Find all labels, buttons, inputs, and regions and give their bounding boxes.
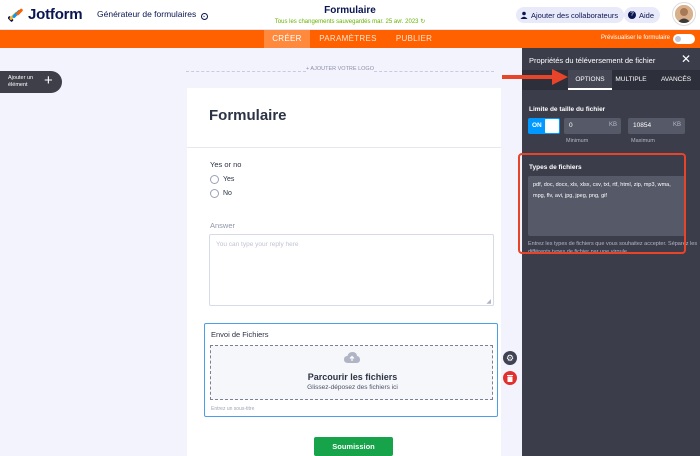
- form-heading[interactable]: Formulaire: [209, 107, 287, 124]
- drag-drop-label: Glissez-déposez des fichiers ici: [307, 384, 398, 391]
- field-delete-trash-icon[interactable]: [503, 371, 517, 385]
- upload-dropzone[interactable]: Parcourir les fichiers Glissez-déposez d…: [210, 345, 493, 400]
- field-settings-gear-icon[interactable]: ⚙: [503, 351, 517, 365]
- avatar-image: [675, 5, 693, 23]
- add-element-label: Ajouter un élément: [8, 75, 33, 88]
- plus-icon: +: [44, 72, 53, 89]
- max-caption: Maximum: [631, 138, 655, 144]
- min-size-input[interactable]: 0 KB: [564, 118, 621, 134]
- toggle-knob: [545, 119, 559, 133]
- help-label: Aide: [639, 10, 655, 20]
- size-limit-toggle[interactable]: ON: [528, 118, 560, 134]
- avatar[interactable]: [673, 3, 695, 25]
- refresh-icon: ↻: [420, 19, 426, 25]
- help-icon: ?: [628, 11, 636, 19]
- builder-nav: CRÉER PARAMÈTRES PUBLIER Prévisualiser l…: [0, 30, 700, 48]
- upload-title[interactable]: Envoi de Fichiers: [211, 330, 269, 339]
- file-upload-field[interactable]: Envoi de Fichiers Parcourir les fichiers…: [204, 323, 498, 417]
- add-element-button[interactable]: Ajouter un élément +: [0, 71, 62, 93]
- panel-title: Propriétés du téléversement de fichier: [529, 56, 656, 65]
- form-card: Formulaire Yes or no Yes No Answer You c…: [187, 88, 501, 456]
- max-size-input[interactable]: 10854 KB: [628, 118, 685, 134]
- divider: [187, 147, 501, 148]
- annotation-arrow-icon: [502, 69, 568, 85]
- preview-toggle[interactable]: [673, 34, 695, 44]
- answer-textarea[interactable]: You can type your reply here ◢: [209, 234, 494, 306]
- top-bar: Jotform Générateur de formulaires ⌄ Form…: [0, 0, 700, 30]
- saved-status-text: Tous les changements sauvegardés mar. 25…: [274, 19, 419, 25]
- min-size-unit: KB: [608, 122, 617, 128]
- subtitle-hint[interactable]: Entrez un sous-titre: [211, 406, 254, 412]
- radio-yes-label: Yes: [223, 176, 235, 183]
- add-element-label-line1: Ajouter un: [8, 75, 34, 81]
- panel-tab-options[interactable]: OPTIONS: [568, 70, 612, 90]
- min-caption: Minimum: [566, 138, 589, 144]
- question-label[interactable]: Yes or no: [210, 160, 241, 169]
- close-icon[interactable]: ✕: [681, 52, 691, 66]
- add-element-label-line2: élément: [8, 81, 28, 88]
- radio-no-label: No: [223, 190, 232, 197]
- answer-label[interactable]: Answer: [210, 221, 235, 230]
- max-size-value: 10854: [633, 122, 652, 129]
- panel-tab-advanced[interactable]: AVANCÉS: [654, 70, 698, 90]
- browse-files-label: Parcourir les fichiers: [307, 372, 398, 382]
- min-size-value: 0: [569, 122, 573, 129]
- resize-handle-icon: ◢: [486, 299, 491, 305]
- tab-create[interactable]: CRÉER: [264, 30, 310, 48]
- help-button[interactable]: ? Aide: [624, 7, 661, 23]
- radio-yes[interactable]: [210, 175, 219, 184]
- tab-publish[interactable]: PUBLIER: [388, 30, 440, 48]
- add-logo-link[interactable]: + AJOUTER VOTRE LOGO: [186, 66, 494, 76]
- preview-label: Prévisualiser le formulaire: [601, 35, 671, 41]
- max-size-unit: KB: [672, 122, 681, 128]
- add-collaborators-button[interactable]: Ajouter des collaborateurs: [516, 7, 625, 23]
- radio-no[interactable]: [210, 189, 219, 198]
- size-limit-label: Limite de taille du fichier: [529, 106, 606, 113]
- toggle-on-label: ON: [532, 122, 542, 129]
- submit-button[interactable]: Soumission: [314, 437, 393, 456]
- add-collaborators-label: Ajouter des collaborateurs: [531, 10, 619, 20]
- trash-glyph: [507, 375, 513, 382]
- annotation-highlight-box: [518, 153, 686, 254]
- user-icon: [520, 11, 528, 19]
- cloud-upload-icon: [344, 352, 360, 363]
- answer-placeholder: You can type your reply here: [216, 241, 299, 248]
- tab-settings[interactable]: PARAMÈTRES: [314, 30, 382, 48]
- panel-tab-multiple[interactable]: MULTIPLE: [612, 70, 650, 90]
